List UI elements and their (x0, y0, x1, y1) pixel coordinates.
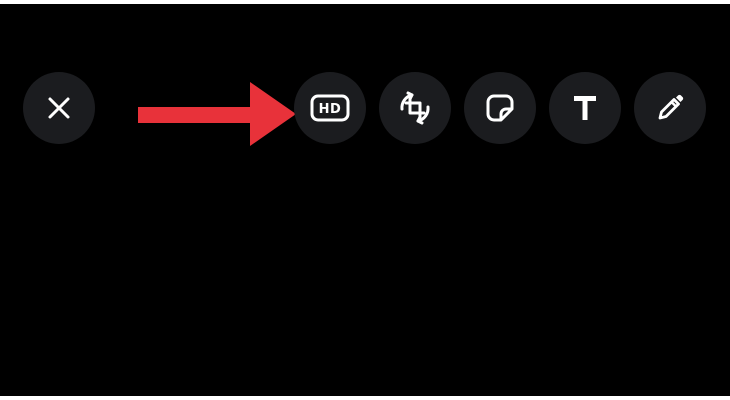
text-icon (574, 96, 596, 120)
text-button[interactable] (549, 72, 621, 144)
close-icon (48, 97, 70, 119)
hd-quality-icon: HD (310, 94, 350, 122)
sticker-button[interactable] (464, 72, 536, 144)
crop-rotate-icon (400, 91, 430, 125)
draw-button[interactable] (634, 72, 706, 144)
pencil-icon (658, 94, 684, 120)
hd-label: HD (319, 102, 342, 117)
red-arrow-icon (138, 82, 296, 146)
sticker-icon (486, 94, 514, 122)
crop-rotate-button[interactable] (379, 72, 451, 144)
media-editor-screen: HD (0, 4, 730, 396)
hd-quality-button[interactable]: HD (294, 72, 366, 144)
close-button[interactable] (23, 72, 95, 144)
